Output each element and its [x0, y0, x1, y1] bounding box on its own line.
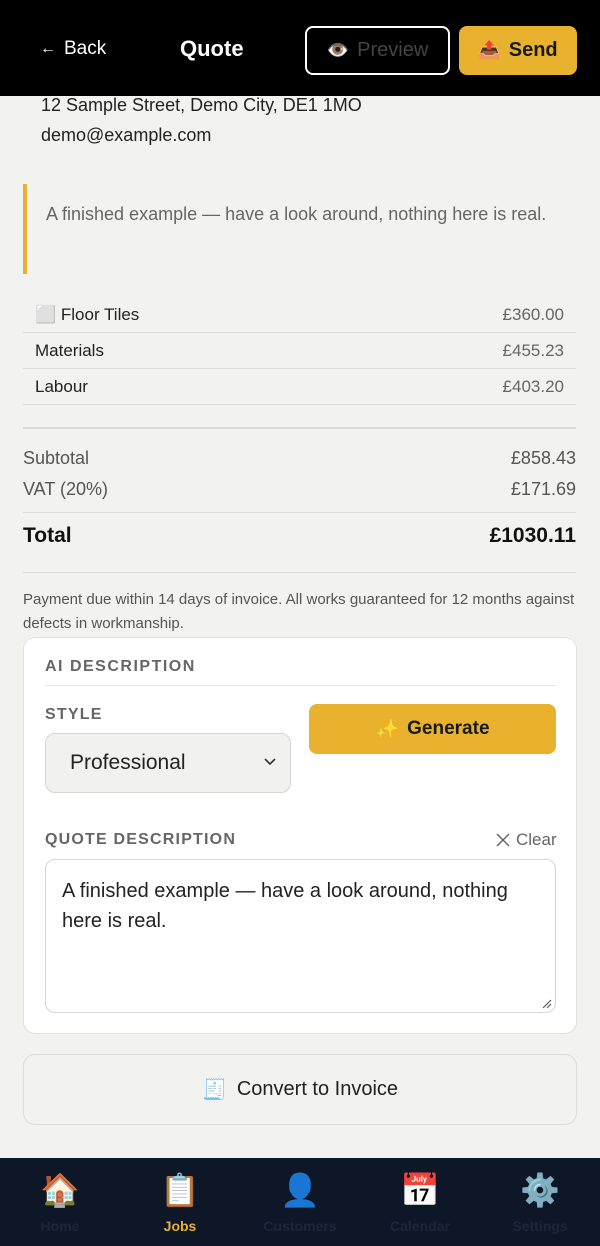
gear-icon: ⚙️: [520, 1172, 560, 1208]
home-icon: 🏠: [40, 1172, 80, 1208]
calendar-icon: 📅: [400, 1172, 440, 1208]
preview-button[interactable]: 👁️ Preview: [305, 26, 450, 75]
vat-value: £171.69: [510, 479, 576, 499]
back-button[interactable]: ← Back: [40, 38, 106, 60]
send-label: Send: [508, 39, 558, 61]
line-item-name: Labour: [35, 376, 88, 396]
send-button[interactable]: 📤 Send: [459, 26, 577, 75]
chevron-down-icon: [264, 758, 276, 766]
nav-item-calendar[interactable]: 📅 Calendar: [360, 1158, 480, 1246]
style-select-value: Professional: [70, 751, 186, 774]
back-label: Back: [64, 38, 107, 59]
nav-item-jobs[interactable]: 📋 Jobs: [120, 1158, 240, 1246]
line-item-price: £455.23: [502, 340, 564, 360]
preview-label: Preview: [357, 39, 429, 61]
eye-icon: 👁️: [326, 40, 350, 60]
line-item-price: £403.20: [502, 376, 564, 396]
customer-info: 12 Sample Street, Demo City, DE1 1MO dem…: [41, 90, 362, 150]
resize-handle-icon[interactable]: [540, 997, 552, 1009]
convert-label: Convert to Invoice: [236, 1078, 399, 1100]
generate-button[interactable]: ✨ Generate: [309, 704, 556, 754]
nav-item-settings[interactable]: ⚙️ Settings: [480, 1158, 600, 1246]
clear-label: Clear: [516, 830, 557, 849]
quote-note: A finished example — have a look around,…: [23, 184, 553, 274]
quote-description-text: A finished example — have a look around,…: [62, 880, 508, 932]
arrow-left-icon: ←: [40, 40, 56, 57]
close-icon: [496, 833, 510, 847]
total-label: Total: [23, 523, 72, 547]
quote-description-label: QUOTE DESCRIPTION: [45, 831, 237, 848]
nav-item-customers[interactable]: 👤 Customers: [240, 1158, 360, 1246]
clipboard-icon: 📋: [160, 1172, 200, 1208]
page-title: Quote: [180, 36, 244, 61]
customer-email: demo@example.com: [41, 125, 212, 145]
divider: [23, 427, 576, 429]
person-icon: 👤: [280, 1172, 320, 1208]
subtotal-label: Subtotal: [23, 448, 90, 468]
nav-label: Settings: [512, 1218, 568, 1234]
ai-description-heading: AI DESCRIPTION: [45, 658, 196, 675]
nav-label: Customers: [263, 1218, 337, 1234]
bottom-nav: 🏠 Home 📋 Jobs 👤 Customers 📅 Calendar ⚙️ …: [0, 1158, 600, 1246]
line-item[interactable]: Materials £455.23: [23, 333, 576, 369]
style-select[interactable]: Professional: [45, 733, 291, 793]
line-item[interactable]: Labour £403.20: [23, 369, 576, 405]
generate-label: Generate: [407, 718, 490, 739]
style-label: STYLE: [45, 706, 103, 723]
line-item[interactable]: ⬜ Floor Tiles £360.00: [23, 297, 576, 333]
subtotal-row: Subtotal £858.43: [23, 448, 576, 469]
quote-description-textarea[interactable]: A finished example — have a look around,…: [45, 859, 556, 1013]
clear-button[interactable]: Clear: [496, 830, 557, 850]
convert-to-invoice-button[interactable]: 🧾 Convert to Invoice: [23, 1054, 577, 1125]
nav-label: Calendar: [390, 1218, 450, 1234]
line-item-price: £360.00: [502, 304, 564, 324]
nav-label: Jobs: [163, 1218, 197, 1234]
line-items: ⬜ Floor Tiles £360.00 Materials £455.23 …: [23, 297, 576, 405]
line-item-name: Materials: [35, 340, 104, 360]
receipt-icon: 🧾: [201, 1079, 227, 1101]
vat-label: VAT (20%): [23, 479, 109, 499]
payment-terms: Payment due within 14 days of invoice. A…: [23, 591, 575, 632]
nav-item-home[interactable]: 🏠 Home: [0, 1158, 120, 1246]
total-value: £1030.11: [489, 523, 576, 547]
divider: [23, 572, 576, 573]
outbox-icon: 📤: [478, 40, 501, 60]
vat-row: VAT (20%) £171.69: [23, 479, 576, 500]
top-bar: ← Back Quote 👁️ Preview 📤 Send: [0, 0, 600, 96]
ai-description-card: AI DESCRIPTION STYLE Professional ✨ Gene…: [23, 637, 577, 1034]
sparkles-icon: ✨: [375, 719, 400, 740]
total-row: Total £1030.11: [23, 512, 576, 556]
subtotal-value: £858.43: [510, 448, 576, 468]
line-item-name: ⬜ Floor Tiles: [35, 304, 140, 324]
divider: [45, 685, 556, 686]
nav-label: Home: [40, 1218, 80, 1234]
